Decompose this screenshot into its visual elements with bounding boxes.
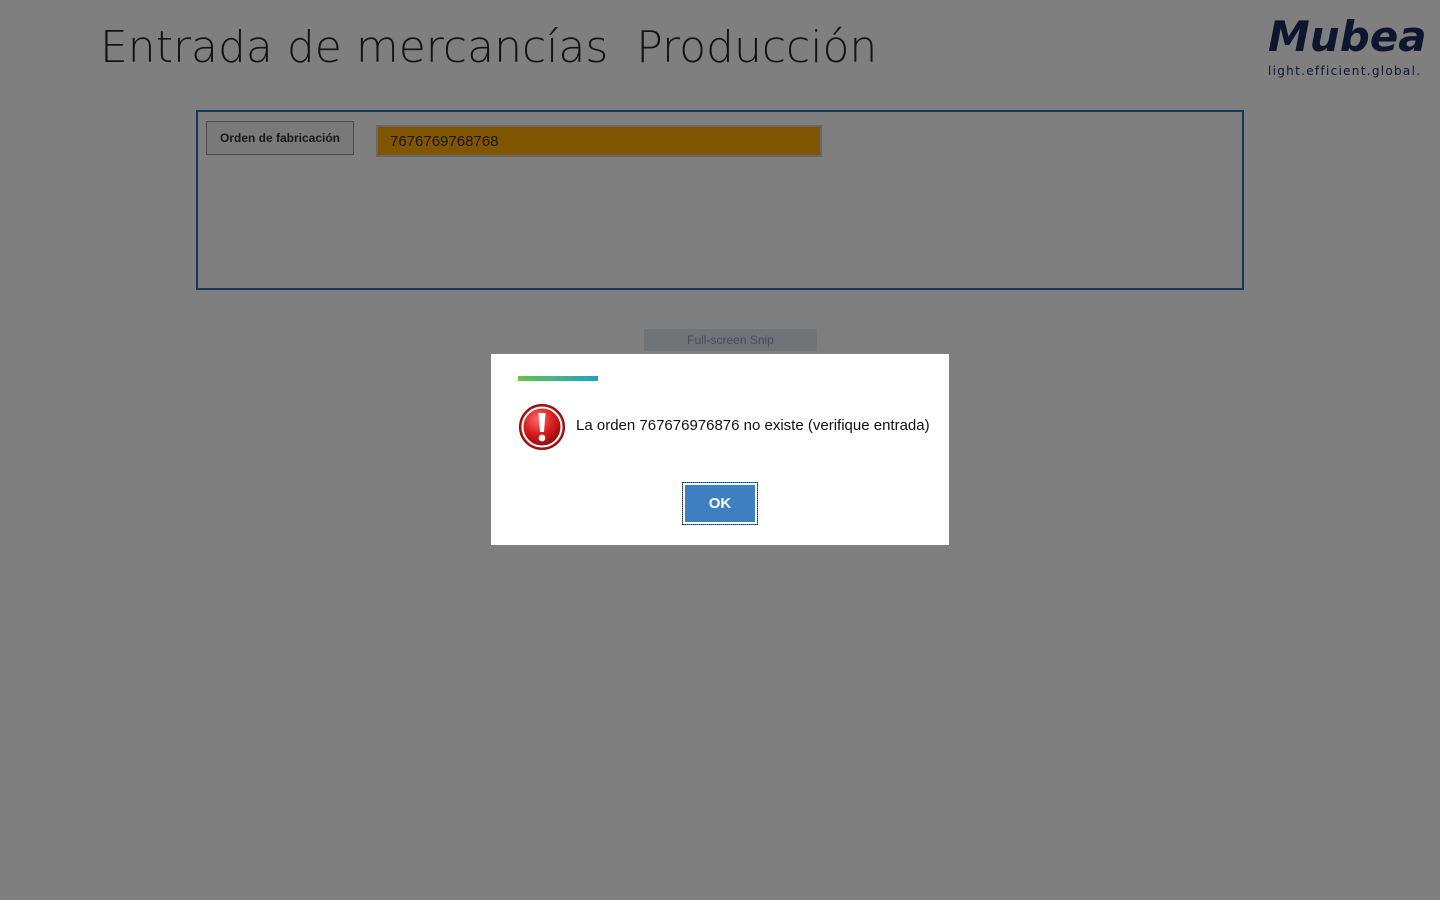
- dialog-accent-bar: [518, 376, 598, 381]
- dialog-message: La orden 767676976876 no existe (verifiq…: [576, 417, 930, 434]
- error-icon: [519, 404, 565, 450]
- ok-button[interactable]: OK: [682, 482, 758, 525]
- error-dialog: La orden 767676976876 no existe (verifiq…: [491, 354, 949, 545]
